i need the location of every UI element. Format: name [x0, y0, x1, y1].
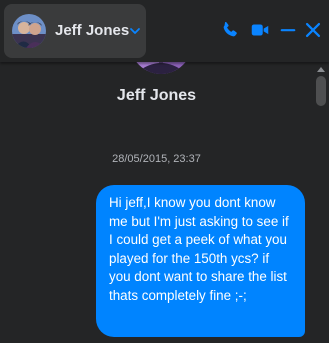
- profile-avatar[interactable]: [130, 62, 192, 74]
- chat-window: Jeff Jones Jeff Jones 28/05/2015, 23:37 …: [0, 0, 329, 343]
- scrollbar[interactable]: [313, 62, 329, 343]
- contact-name: Jeff Jones: [55, 22, 130, 39]
- message-list[interactable]: Jeff Jones 28/05/2015, 23:37 Hi jeff,I k…: [0, 62, 313, 343]
- chevron-down-icon[interactable]: [128, 24, 142, 38]
- contact-avatar[interactable]: [12, 14, 46, 48]
- video-camera-icon[interactable]: [249, 19, 271, 41]
- message-timestamp: 28/05/2015, 23:37: [112, 153, 201, 165]
- phone-icon[interactable]: [219, 19, 241, 41]
- outgoing-message-bubble[interactable]: Hi jeff,I know you dont know me but I'm …: [96, 185, 305, 337]
- scrollbar-thumb[interactable]: [316, 76, 326, 106]
- scroll-up-arrow-icon[interactable]: [317, 67, 325, 72]
- profile-name: Jeff Jones: [116, 87, 197, 104]
- chat-header: Jeff Jones: [0, 0, 329, 62]
- close-icon[interactable]: [302, 19, 324, 41]
- contact-header-button[interactable]: Jeff Jones: [4, 4, 146, 58]
- minimize-icon[interactable]: [277, 19, 299, 41]
